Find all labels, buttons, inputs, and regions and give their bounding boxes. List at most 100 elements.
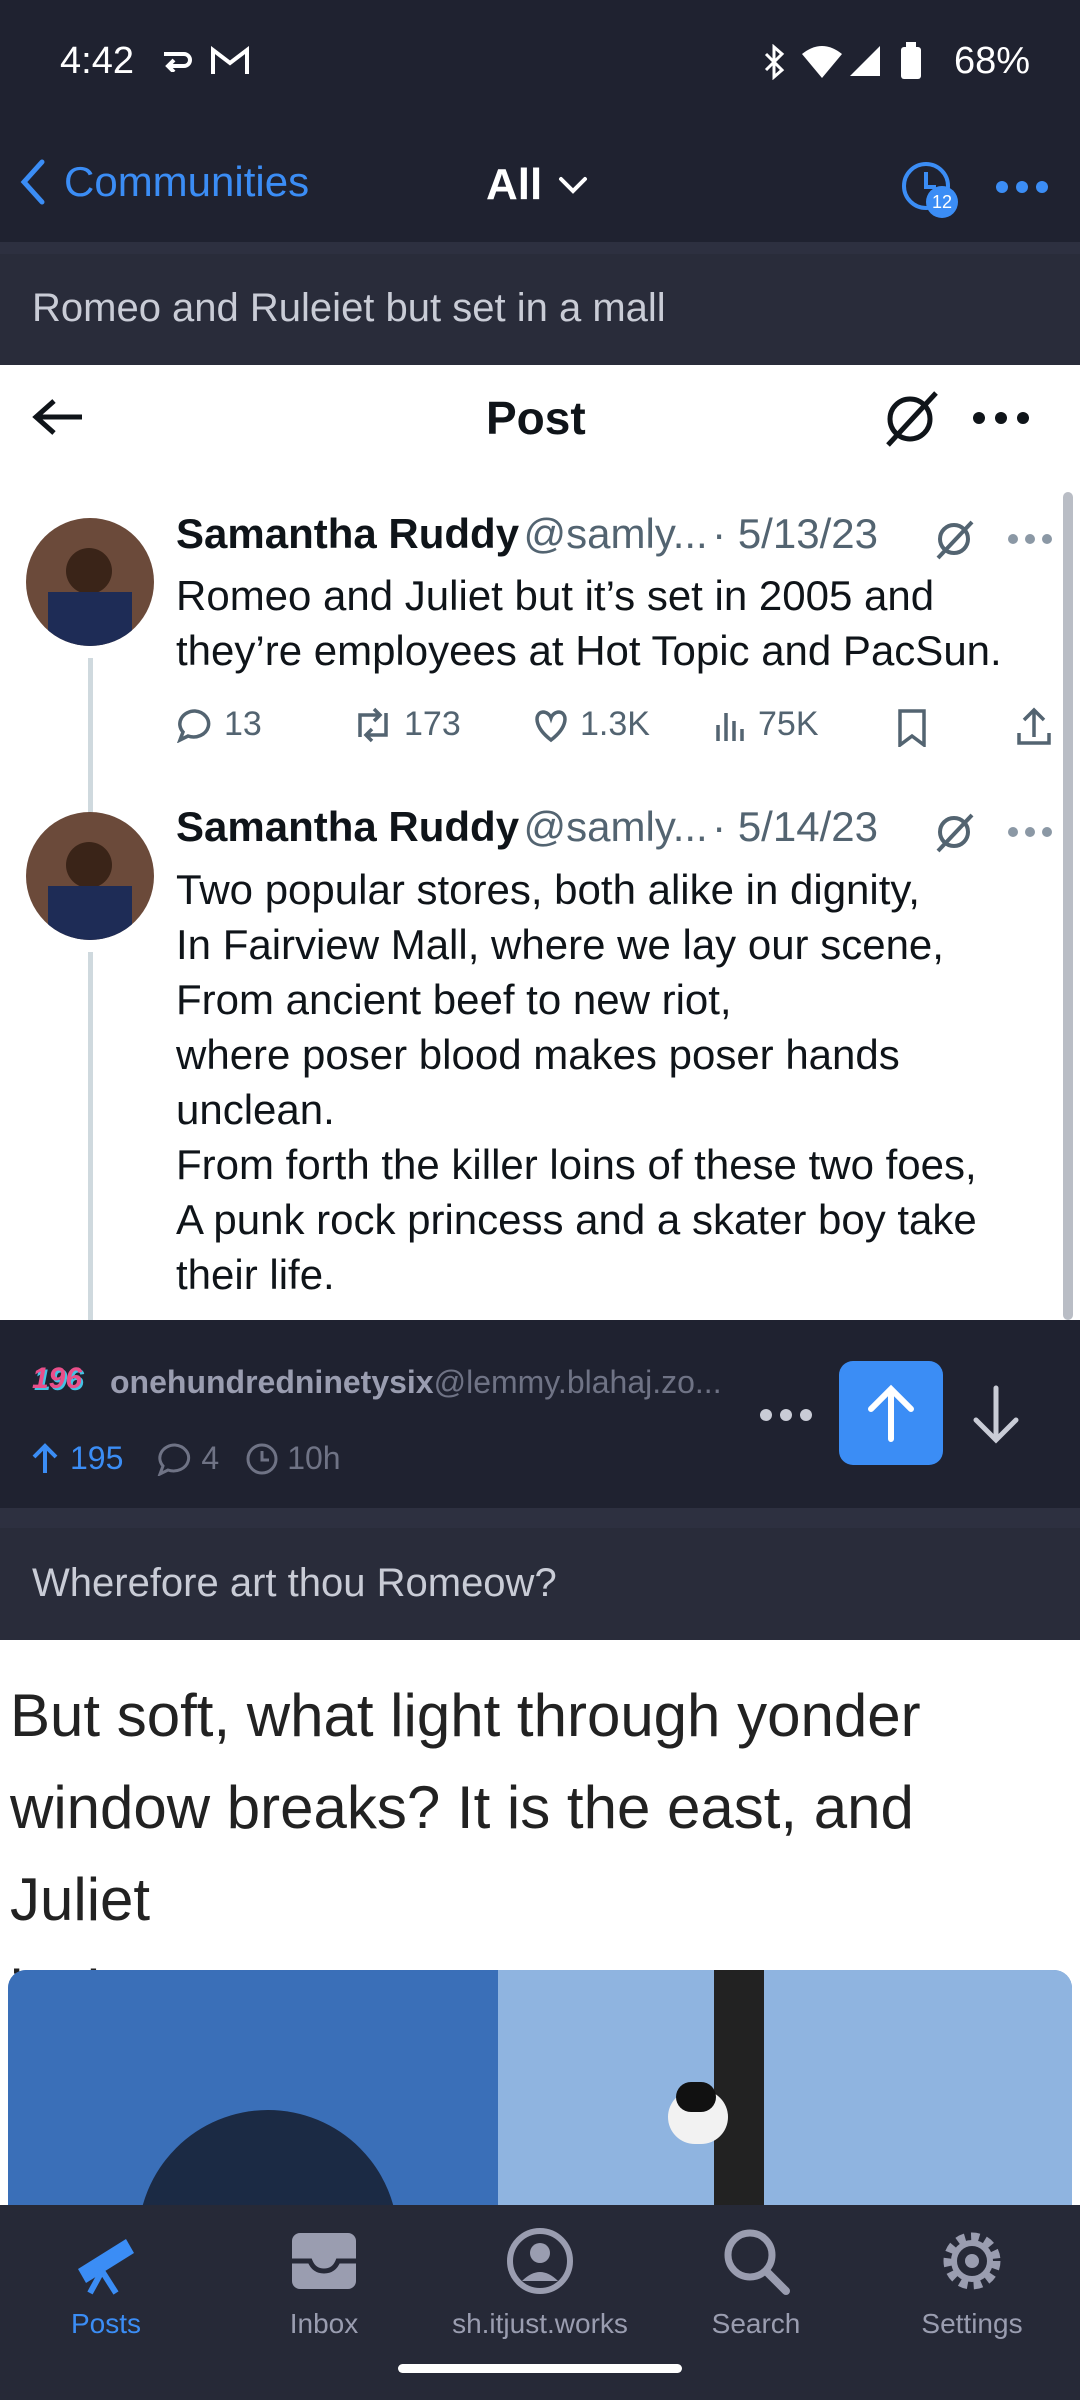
share-icon (1017, 707, 1051, 745)
signal-icon (850, 46, 880, 76)
tweet-line: From ancient beef to new riot, (176, 976, 732, 1023)
author-instance: @lemmy.blahaj.zo... (433, 1364, 722, 1400)
author-name: onehundredninetysix (110, 1364, 434, 1400)
feed-selector-label: All (486, 160, 543, 209)
bookmark-icon (898, 709, 926, 747)
nav-account[interactable]: sh.itjust.works (440, 2225, 640, 2340)
post-title: Wherefore art thou Romeow? (32, 1561, 557, 1605)
grok-icon (886, 391, 938, 447)
post-card-1[interactable]: Romeo and Ruleiet but set in a mall (0, 254, 1080, 365)
chevron-left-icon (20, 159, 45, 205)
downvote-button[interactable] (964, 1380, 1028, 1450)
tweet-author-name: Samantha Ruddy (176, 510, 520, 557)
back-to-communities-button[interactable]: Communities (18, 158, 309, 206)
back-label: Communities (64, 158, 310, 205)
upvote-button[interactable] (839, 1361, 943, 1465)
screenshot-header-title: Post (486, 392, 586, 444)
tweet-header: Samantha Ruddy @samly... · 5/13/23 (176, 510, 878, 558)
arrow-up-icon (868, 1384, 914, 1442)
post-footer: 196 onehundredninetysix@lemmy.blahaj.zo.… (0, 1320, 1080, 1508)
nav-settings[interactable]: Settings (872, 2225, 1072, 2340)
gmail-icon (211, 46, 249, 74)
tweet-line: A punk rock princess and a skater boy ta… (176, 1196, 977, 1243)
tweet-line: In Fairview Mall, where we lay our scene… (176, 921, 944, 968)
reply-icon (177, 708, 211, 743)
more-options-icon[interactable] (996, 180, 1048, 194)
post-age: 10h (287, 1440, 341, 1476)
quote-line: But soft, what light through yonder (10, 1682, 921, 1749)
nav-label: sh.itjust.works (452, 2308, 628, 2339)
status-bar: 4:42 68% (0, 0, 1080, 130)
tweet-text: Two popular stores, both alike in dignit… (176, 862, 977, 1302)
comment-icon (158, 1442, 191, 1476)
photo (8, 1970, 1072, 2205)
retweet-count: 173 (352, 705, 461, 744)
bluetooth-icon (764, 44, 785, 80)
view-count: 75K (714, 705, 819, 744)
avatar (26, 518, 154, 646)
status-time: 4:42 (60, 40, 134, 82)
tweet-line: unclean. (176, 1086, 335, 1133)
nav-posts[interactable]: Posts (6, 2225, 206, 2340)
tweet-line: From forth the killer loins of these two… (176, 1141, 977, 1188)
account-icon (507, 2228, 573, 2294)
tweet-metrics: 13 173 1.3K 75K (176, 705, 1056, 751)
post-image[interactable]: Post Samantha Ruddy @samly... · 5/13/23 … (0, 365, 1080, 1320)
retweet-icon (358, 707, 388, 742)
post-stats: 195 4 10h (30, 1440, 341, 1477)
tweet-line: Romeo and Juliet but it’s set in 2005 an… (176, 572, 935, 619)
tweet-header: Samantha Ruddy @samly... · 5/14/23 (176, 803, 878, 851)
like-count: 1.3K (532, 705, 650, 744)
tweet-line: they’re employees at Hot Topic and PacSu… (176, 627, 1002, 674)
tweet-author-name: Samantha Ruddy (176, 803, 520, 850)
sort-history-button[interactable]: 12 (900, 160, 960, 220)
nav-label: Settings (921, 2308, 1023, 2339)
grok-icon (936, 813, 974, 853)
more-icon (1008, 827, 1052, 837)
community-avatar: 196 (32, 1362, 83, 1395)
post-card-2[interactable]: Wherefore art thou Romeow? (0, 1528, 1080, 1640)
views-icon (716, 712, 744, 741)
notification-count-badge: 12 (931, 192, 953, 212)
nav-search[interactable]: Search (656, 2225, 856, 2340)
comment-count: 4 (201, 1440, 220, 1476)
tweet-line: their life. (176, 1251, 335, 1298)
battery-percent: 68% (953, 40, 1030, 82)
nav-label: Posts (70, 2308, 142, 2339)
chevron-down-icon (559, 177, 588, 194)
post-title: Romeo and Ruleiet but set in a mall (32, 286, 666, 330)
more-options-icon[interactable] (760, 1408, 812, 1422)
nav-inbox[interactable]: Inbox (224, 2225, 424, 2340)
tweet-line: where poser blood makes poser hands (176, 1031, 900, 1078)
cast-icon (164, 52, 192, 72)
tweet-date: · 5/13/23 (712, 510, 878, 557)
arrow-left-icon (32, 399, 82, 435)
gesture-handle[interactable] (398, 2364, 682, 2373)
gear-icon (943, 2232, 1001, 2290)
top-app-bar: Communities All 12 (0, 130, 1080, 242)
inbox-icon (292, 2233, 356, 2289)
arrow-down-icon (973, 1385, 1019, 1444)
heart-icon (535, 709, 567, 742)
reply-count: 13 (176, 705, 262, 744)
avatar (26, 812, 154, 940)
tweet-handle: @samly... (523, 510, 708, 557)
clock-icon (246, 1443, 278, 1474)
post-image[interactable]: But soft, what light through yonder wind… (0, 1640, 1080, 2205)
battery-icon (901, 42, 921, 79)
search-icon (724, 2229, 790, 2295)
score: 195 (70, 1440, 124, 1476)
tweet-text: Romeo and Juliet but it’s set in 2005 an… (176, 568, 1002, 678)
post-author[interactable]: onehundredninetysix@lemmy.blahaj.zo... (110, 1364, 722, 1401)
quote-line: window breaks? It is the east, and Julie… (10, 1774, 914, 1933)
feed-selector[interactable]: All (486, 160, 588, 210)
wifi-icon (802, 46, 842, 78)
tweet-line: Two popular stores, both alike in dignit… (176, 866, 920, 913)
scrollbar (1063, 492, 1073, 1320)
nav-label: Inbox (289, 2308, 359, 2339)
nav-label: Search (711, 2308, 801, 2339)
telescope-icon (78, 2239, 134, 2295)
tweet-handle: @samly... (523, 803, 708, 850)
more-icon (973, 412, 1029, 424)
arrow-up-icon (32, 1442, 58, 1473)
